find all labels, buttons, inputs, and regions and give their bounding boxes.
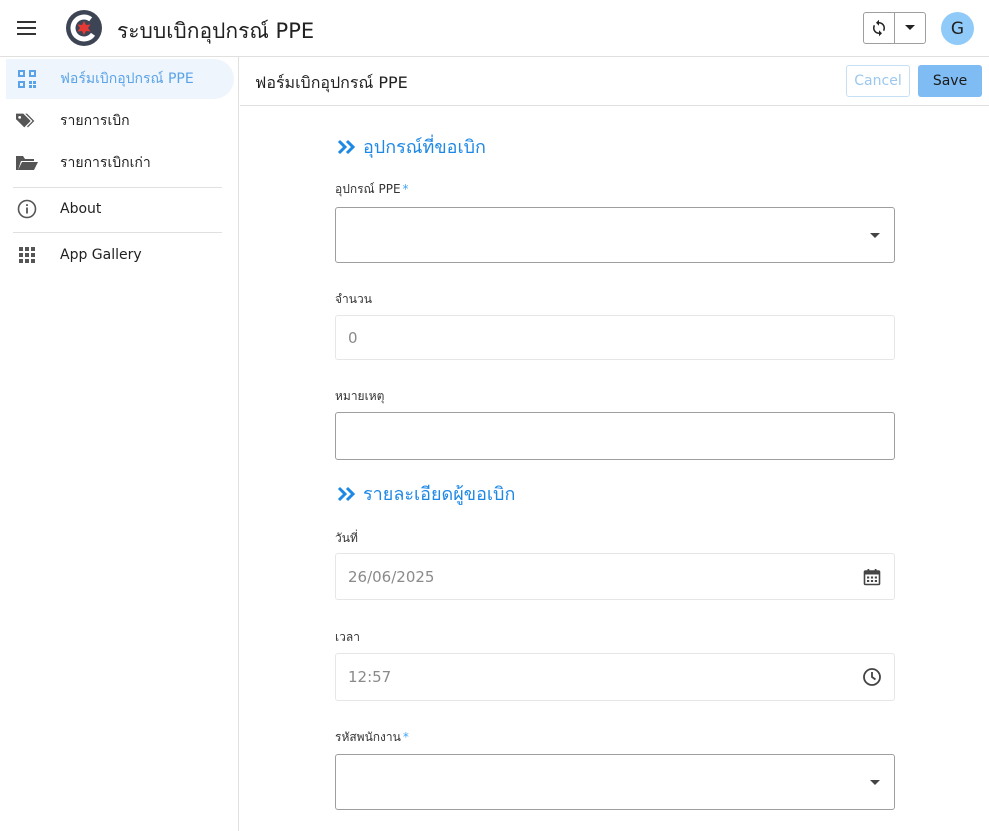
quantity-value: 0: [348, 328, 358, 347]
required-mark: *: [402, 730, 409, 744]
sync-button-group: [863, 12, 926, 44]
sidebar-item-label: ฟอร์มเบิกอุปกรณ์ PPE: [60, 71, 194, 87]
section-title-equipment: อุปกรณ์ที่ขอเบิก: [337, 132, 486, 161]
app-title: ระบบเบิกอุปกรณ์ PPE: [117, 19, 315, 43]
section-title-text: รายละเอียดผู้ขอเบิก: [363, 484, 516, 505]
double-chevron-right-icon: [337, 486, 356, 501]
double-chevron-right-icon: [337, 139, 356, 154]
employee-id-select[interactable]: [335, 754, 895, 810]
note-field[interactable]: [335, 412, 895, 460]
section-title-requester: รายละเอียดผู้ขอเบิก: [337, 479, 515, 508]
sidebar-item-label: รายการเบิกเก่า: [60, 155, 151, 171]
equipment-label: อุปกรณ์ PPE *: [335, 180, 409, 199]
save-button[interactable]: Save: [918, 65, 982, 97]
time-label: เวลา: [335, 630, 360, 644]
time-value: 12:57: [348, 668, 392, 686]
sidebar-item-app-gallery[interactable]: App Gallery: [6, 235, 234, 275]
cancel-button[interactable]: Cancel: [846, 65, 910, 97]
sync-button[interactable]: [864, 13, 895, 43]
equipment-label-text: อุปกรณ์ PPE: [335, 182, 401, 196]
sidebar-item-label: About: [60, 201, 102, 217]
chevron-down-icon: [905, 25, 915, 30]
sidebar: ฟอร์มเบิกอุปกรณ์ PPE รายการเบิก รายการเบ…: [0, 57, 239, 831]
employee-id-label-text: รหัสพนักงาน: [335, 730, 401, 744]
note-label: หมายเหตุ: [335, 389, 385, 403]
sidebar-divider: [13, 232, 222, 233]
tags-icon: [16, 110, 38, 132]
form-header: ฟอร์มเบิกอุปกรณ์ PPE Cancel Save: [240, 57, 989, 106]
info-icon: [16, 198, 38, 220]
required-mark: *: [402, 182, 409, 196]
equipment-select[interactable]: [335, 207, 895, 263]
sidebar-item-label: App Gallery: [60, 247, 142, 263]
avatar[interactable]: G: [941, 12, 974, 45]
quantity-field[interactable]: 0: [335, 315, 895, 360]
date-label: วันที่: [335, 531, 358, 545]
time-field[interactable]: 12:57: [335, 653, 895, 701]
calendar-icon[interactable]: [862, 567, 882, 587]
sync-dropdown-button[interactable]: [895, 13, 925, 43]
sidebar-item-old-requests[interactable]: รายการเบิกเก่า: [6, 143, 234, 183]
sidebar-item-label: รายการเบิก: [60, 113, 130, 129]
quantity-label: จำนวน: [335, 292, 372, 306]
sidebar-divider: [13, 187, 222, 188]
top-app-bar: ระบบเบิกอุปกรณ์ PPE G: [0, 0, 989, 57]
menu-icon[interactable]: [15, 16, 39, 40]
sidebar-item-requests[interactable]: รายการเบิก: [6, 101, 234, 141]
clock-icon[interactable]: [862, 667, 882, 687]
qr-code-icon: [16, 68, 38, 90]
folder-open-icon: [16, 152, 38, 174]
page-title: ฟอร์มเบิกอุปกรณ์ PPE: [255, 73, 408, 92]
sidebar-item-about[interactable]: About: [6, 189, 234, 229]
section-title-text: อุปกรณ์ที่ขอเบิก: [363, 137, 486, 158]
date-value: 26/06/2025: [348, 567, 435, 586]
sync-icon: [873, 19, 885, 37]
grid-icon: [16, 244, 38, 266]
date-field[interactable]: 26/06/2025: [335, 553, 895, 600]
app-logo: [66, 10, 102, 46]
employee-id-label: รหัสพนักงาน *: [335, 728, 409, 747]
dropdown-caret-icon: [870, 233, 880, 238]
dropdown-caret-icon: [870, 780, 880, 785]
sidebar-item-ppe-form[interactable]: ฟอร์มเบิกอุปกรณ์ PPE: [6, 59, 234, 99]
